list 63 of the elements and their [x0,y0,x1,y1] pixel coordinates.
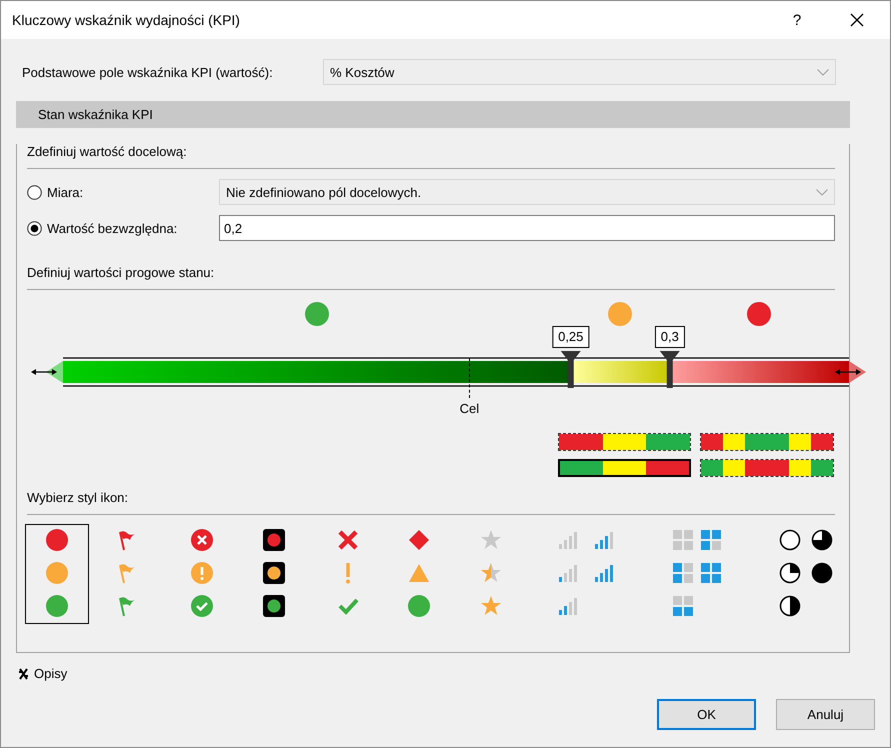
color-scheme-option[interactable] [700,433,834,451]
pie-icon [779,529,802,551]
circle-icon [46,595,68,617]
grid-icon [700,529,722,551]
diamond-icon [408,529,430,551]
pie-icon [779,595,802,617]
check-circle-icon [191,595,214,617]
group-heading: Wybierz styl ikon: [27,490,130,506]
grid-icon [672,595,694,617]
half-star-icon [480,562,502,584]
pie-icon [779,562,802,584]
star-icon [480,595,502,617]
triangle-icon [408,562,430,584]
threshold-handle[interactable] [660,351,680,388]
section-header[interactable]: Stan wskaźnika KPI [16,101,850,128]
circle-icon [408,595,430,617]
icon-style-option[interactable] [24,524,89,624]
grid-icon [672,529,694,551]
dropdown[interactable]: Nie zdefiniowano pól docelowych. [219,179,835,205]
signal-bars-icon [593,562,616,584]
option-label[interactable]: Wartość bezwzględna: [47,220,178,236]
circle-icon [46,562,68,584]
help-button[interactable]: ? [787,12,807,28]
color-scheme-option[interactable] [700,459,834,477]
threshold-handle[interactable] [560,351,581,388]
input-field[interactable]: 0,2 [219,215,835,241]
dialog-button[interactable]: OK [657,699,756,730]
color-scheme-option[interactable] [558,433,691,451]
warning-icon [191,562,214,584]
threshold-value[interactable]: 0,25 [552,326,590,348]
signal-bars-icon [556,529,579,551]
group-heading: Zdefiniuj wartość docelową: [27,144,188,160]
double-arrow-icon [835,369,861,375]
dropdown[interactable]: % Kosztów [323,59,836,85]
traffic-light-icon [263,595,286,617]
option-label[interactable]: Miara: [47,184,84,200]
field-label: Podstawowe pole wskaźnika KPI (wartość): [22,64,274,80]
traffic-light-icon [263,562,286,584]
radio-button[interactable] [27,220,42,236]
double-arrow-icon [31,369,57,375]
dialog-button[interactable]: Anuluj [776,699,875,730]
group-heading: Definiuj wartości progowe stanu: [27,265,216,281]
grid-icon [700,562,722,584]
cross-icon [336,529,359,551]
expand-link[interactable]: Opisy [34,666,68,681]
tools-icon [18,668,29,680]
exclamation-icon [344,562,351,584]
error-icon [191,529,214,551]
signal-bars-icon [556,595,579,617]
pie-icon [811,562,834,584]
signal-bars-icon [556,562,579,584]
signal-bars-icon [593,529,616,551]
window-title: Kluczowy wskaźnik wydajności (KPI) [12,12,241,28]
threshold-value[interactable]: 0,3 [654,326,685,348]
target-label: Cel [460,401,480,416]
pie-icon [811,529,834,551]
circle-icon [46,529,68,551]
traffic-light-icon [263,529,286,551]
star-icon [480,529,502,551]
color-scheme-option[interactable] [558,459,691,477]
close-icon[interactable] [850,13,864,27]
grid-icon [672,562,694,584]
radio-button[interactable] [27,184,42,200]
